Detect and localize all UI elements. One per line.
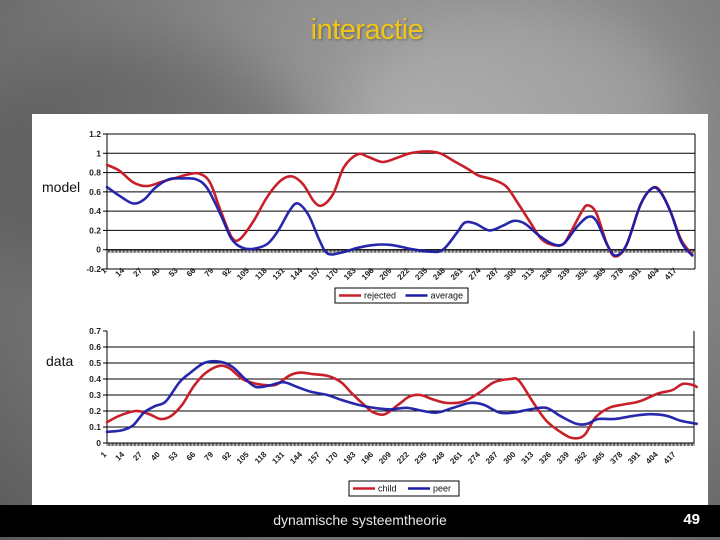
x-tick-label: 326	[538, 266, 554, 282]
x-tick-label: 79	[203, 266, 216, 279]
y-tick-label: 1.2	[89, 129, 101, 139]
x-tick-label: 235	[413, 266, 429, 282]
x-tick-label: 248	[431, 450, 447, 466]
x-tick-label: 183	[342, 266, 358, 282]
x-tick-label: 92	[220, 450, 233, 463]
x-tick-label: 53	[167, 266, 180, 279]
x-tick-label: 339	[556, 266, 572, 282]
series-line-peer	[105, 359, 698, 434]
y-tick-label: 0	[96, 245, 101, 255]
x-tick-label: 157	[306, 450, 322, 466]
x-tick-label: 118	[253, 450, 269, 466]
y-tick-label: 0.2	[89, 406, 101, 416]
x-tick-label: 105	[235, 266, 251, 282]
x-tick-label: 326	[537, 450, 553, 466]
footer-text: dynamische systeemtheorie	[273, 512, 447, 528]
x-tick-label: 144	[288, 450, 304, 466]
x-tick-label: 300	[502, 266, 518, 282]
x-tick-label: 196	[359, 450, 375, 466]
x-tick-label: 14	[114, 266, 127, 279]
x-tick-label: 183	[342, 450, 358, 466]
x-tick-label: 261	[449, 266, 465, 282]
x-tick-label: 248	[431, 266, 447, 282]
x-tick-label: 352	[573, 450, 589, 466]
x-tick-label: 1	[99, 450, 109, 460]
y-tick-label: 0.4	[89, 206, 101, 216]
x-tick-label: 378	[609, 266, 625, 282]
x-tick-label: 404	[645, 266, 661, 282]
x-tick-label: 66	[185, 266, 198, 279]
legend-label-child: child	[378, 484, 397, 494]
x-tick-label: 274	[467, 266, 483, 282]
page-number: 49	[683, 511, 700, 528]
x-tick-label: 404	[644, 450, 660, 466]
x-tick-label: 352	[574, 266, 590, 282]
footer-bar: dynamische systeemtheorie 49	[0, 505, 720, 537]
x-tick-label: 339	[555, 450, 571, 466]
x-tick-label: 313	[520, 266, 536, 282]
x-tick-label: 27	[131, 266, 144, 279]
x-tick-label: 287	[484, 450, 500, 466]
legend-label-peer: peer	[433, 484, 451, 494]
x-tick-label: 209	[378, 266, 394, 282]
y-tick-label: 0	[96, 438, 101, 448]
x-tick-label: 14	[114, 450, 127, 463]
x-tick-label: 118	[253, 266, 269, 282]
x-tick-label: 209	[377, 450, 393, 466]
x-tick-label: 222	[395, 450, 411, 466]
x-tick-label: 222	[396, 266, 412, 282]
x-tick-label: 391	[627, 266, 643, 282]
x-tick-label: 261	[448, 450, 464, 466]
x-tick-label: 170	[324, 450, 340, 466]
x-tick-label: 313	[520, 450, 536, 466]
y-tick-label: 0.6	[89, 187, 101, 197]
y-tick-label: 0.5	[89, 358, 101, 368]
x-tick-label: 105	[235, 450, 251, 466]
y-tick-label: 0.8	[89, 168, 101, 178]
x-tick-label: 79	[202, 450, 215, 463]
x-tick-label: 300	[502, 450, 518, 466]
charts-svg: -0.200.20.40.60.811.21 14 27 40 53 66 79 92 105 1…	[86, 129, 698, 497]
x-tick-label: 287	[485, 266, 501, 282]
x-tick-label: 27	[131, 450, 144, 463]
x-tick-label: 391	[626, 450, 642, 466]
x-tick-label: 131	[271, 266, 287, 282]
x-tick-label: 196	[360, 266, 376, 282]
x-tick-label: 365	[591, 450, 607, 466]
x-tick-label: 131	[270, 450, 286, 466]
x-tick-label: 40	[149, 450, 162, 463]
x-tick-label: 235	[413, 450, 429, 466]
x-tick-label: 40	[149, 266, 162, 279]
y-tick-label: 0.6	[89, 342, 101, 352]
x-tick-label: 157	[306, 266, 322, 282]
data-chart: 0 0.1 0.2 0.3 0.4 0.5 0.6 0.7 1 14 27 40 53 66 79 92 105…	[89, 326, 698, 497]
y-tick-label: 0.7	[89, 326, 101, 336]
series-line-average	[105, 176, 694, 257]
x-tick-label: 170	[324, 266, 340, 282]
y-tick-label: 0.2	[89, 225, 101, 235]
x-tick-label: 417	[663, 266, 679, 282]
x-tick-label: 417	[662, 450, 678, 466]
x-tick-label: 66	[185, 450, 198, 463]
x-tick-label: 53	[167, 450, 180, 463]
y-tick-label: 1	[96, 148, 101, 158]
x-tick-label: 92	[220, 266, 233, 279]
y-tick-label: 0.3	[89, 390, 101, 400]
x-tick-label: 378	[608, 450, 624, 466]
x-tick-label: 365	[592, 266, 608, 282]
y-tick-label: 0.1	[89, 422, 101, 432]
y-tick-label: 0.4	[89, 374, 101, 384]
x-tick-label: 274	[466, 450, 482, 466]
legend-label-average: average	[431, 291, 464, 301]
x-tick-label: 144	[289, 266, 305, 282]
legend-label-rejected: rejected	[364, 291, 396, 301]
model-chart: -0.200.20.40.60.811.21 14 27 40 53 66 79 92 105 1…	[86, 129, 696, 304]
